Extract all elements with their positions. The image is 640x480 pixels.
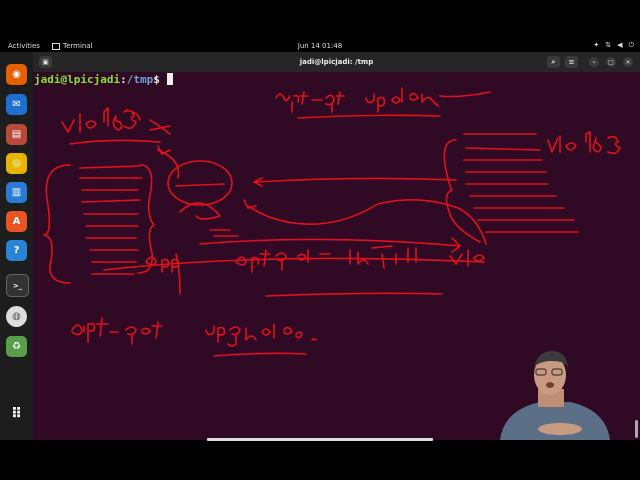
annotation-apt-get-update <box>275 87 491 119</box>
annotation-vlc-left <box>61 107 171 145</box>
annotation-install-line <box>103 245 485 297</box>
annotation-left-list <box>43 164 155 284</box>
webcam-overlay <box>500 351 610 440</box>
annotation-arrows <box>179 177 487 253</box>
horizontal-scroll-indicator <box>207 438 433 441</box>
annotation-right-list <box>443 131 621 243</box>
annotation-circle-node <box>157 145 233 206</box>
annotation-apt-get-upgrade <box>71 317 317 357</box>
